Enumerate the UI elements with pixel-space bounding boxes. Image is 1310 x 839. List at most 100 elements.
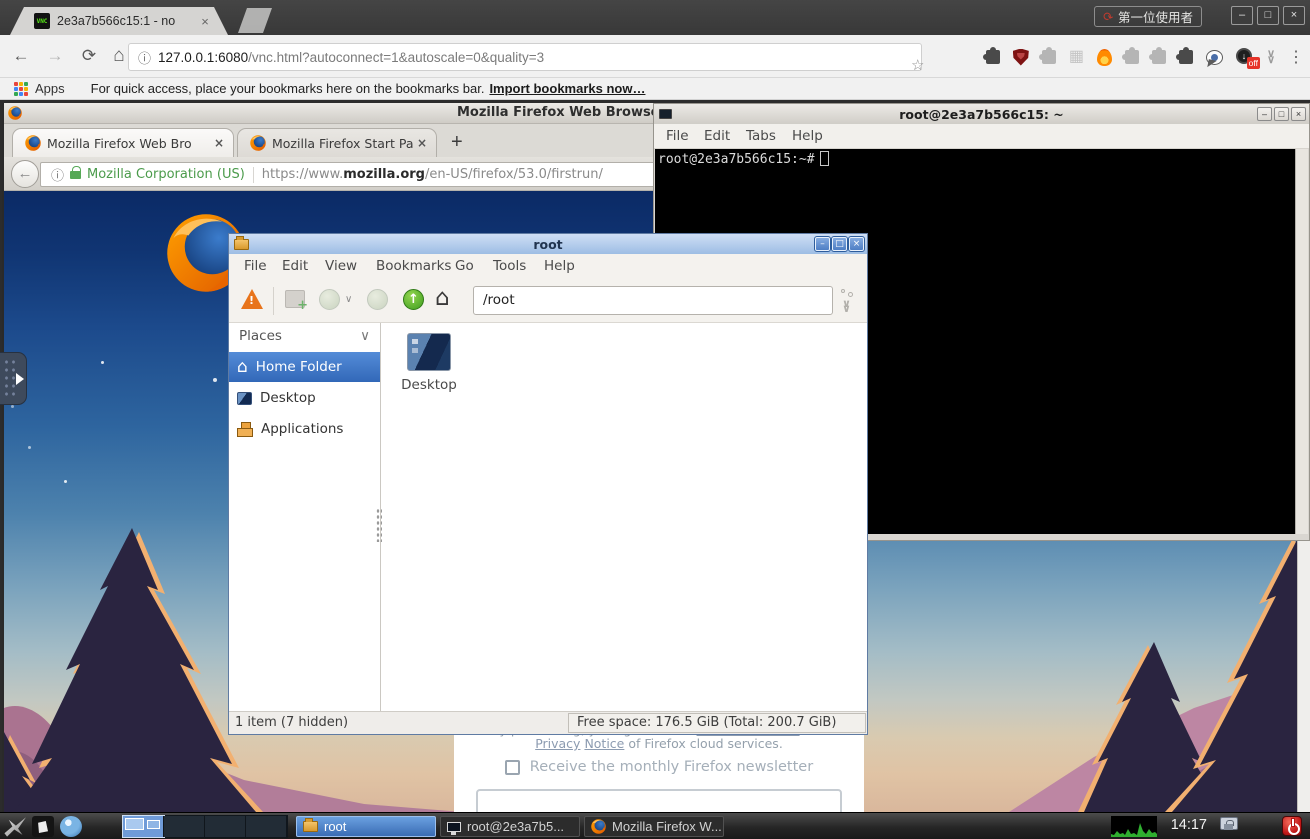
back-button[interactable]: ← [11,160,39,188]
places-header[interactable]: Places ∨ [229,323,380,350]
workspace-1[interactable] [123,816,164,837]
profile-badge[interactable]: ⟳ 第一位使用者 [1094,6,1202,27]
file-manager-launcher[interactable] [32,816,54,837]
extension-icon[interactable] [1042,50,1056,64]
import-bookmarks-link[interactable]: Import bookmarks now… [489,81,645,96]
tab-label: Mozilla Firefox Start Pag [272,136,413,151]
sidebar-item-home[interactable]: ⌂ Home Folder [229,352,380,382]
new-tab-button[interactable]: + [451,132,463,152]
menu-help[interactable]: Help [792,128,823,144]
app-menu-button[interactable] [4,816,26,837]
back-button[interactable]: ← [8,44,34,68]
menu-help[interactable]: Help [544,258,575,274]
newsletter-label: Receive the monthly Firefox newsletter [530,759,813,775]
lock-screen-button[interactable] [1220,817,1238,830]
close-button[interactable]: × [1283,6,1305,25]
url-host: 127.0.0.1:6080 [158,50,248,65]
tab-close-icon[interactable]: × [197,14,213,29]
page-info-icon[interactable]: ⓘ [138,48,151,67]
menu-bookmarks[interactable]: Bookmarks [376,258,451,274]
maximize-button[interactable]: □ [832,237,847,251]
home-icon: ⌂ [237,359,248,375]
minimize-button[interactable]: – [1231,6,1253,25]
apps-label[interactable]: Apps [35,81,65,96]
maximize-button[interactable]: □ [1257,6,1279,25]
vnc-viewport: Mozilla Firefox Web Browser — Mozilla Fi… [0,100,1310,839]
chrome-tab[interactable]: VNC 2e3a7b566c15:1 - no × [10,7,228,35]
address-bar[interactable]: ⓘ 127.0.0.1:6080 /vnc.html?autoconnect=1… [128,43,922,71]
task-label: root@2e3a7b5... [467,819,564,834]
web-browser-launcher[interactable] [60,816,82,837]
sidebar-item-applications[interactable]: Applications [229,414,380,444]
maximize-button[interactable]: □ [1274,107,1289,121]
history-dropdown-icon[interactable]: ∨ [345,294,352,305]
new-tab-button[interactable] [238,8,272,33]
bookmark-star-icon[interactable]: ☆ [911,56,914,59]
reload-button[interactable]: ⟳ [76,44,102,68]
privacy-link[interactable]: Notice [584,736,624,751]
newsletter-checkbox[interactable] [505,760,520,775]
back-button[interactable] [319,289,340,310]
menu-file[interactable]: File [244,258,267,274]
ublock-extension-icon[interactable] [1013,49,1029,66]
shutdown-button[interactable] [1282,816,1302,836]
file-manager-titlebar[interactable]: root – □ × [229,234,867,254]
proxy-extension-icon[interactable]: ↓ off [1236,48,1254,66]
file-list[interactable]: Desktop [382,323,867,711]
firefox-tab-inactive[interactable]: Mozilla Firefox Start Pag × [237,128,437,157]
chat-extension-icon[interactable] [1206,50,1223,65]
file-item-desktop[interactable]: Desktop [396,333,462,393]
extension-icon[interactable] [1152,50,1166,64]
extension-icon[interactable] [1179,50,1193,64]
menu-file[interactable]: File [666,128,689,144]
star-dot [28,446,31,449]
terminal-icon [447,822,461,832]
status-bar: 1 item (7 hidden) Free space: 176.5 GiB … [229,711,867,734]
up-button[interactable]: ↑ [403,289,424,310]
flame-extension-icon[interactable] [1097,49,1112,66]
minimize-button[interactable]: – [1257,107,1272,121]
jump-to-path-icon[interactable]: ∨ ∨ [839,289,859,311]
home-button[interactable]: ⌂ [435,285,450,311]
task-button-filemanager[interactable]: root [296,816,436,837]
task-button-terminal[interactable]: root@2e3a7b5... [440,816,580,837]
menu-tools[interactable]: Tools [493,258,526,274]
workspace-3[interactable] [205,816,246,837]
close-button[interactable]: × [849,237,864,251]
identity-label[interactable]: Mozilla Corporation (US) [87,167,245,182]
forward-button[interactable] [367,289,388,310]
places-sidebar: Places ∨ ⌂ Home Folder Desktop Applicati… [229,323,381,711]
menu-edit[interactable]: Edit [704,128,730,144]
page-info-icon[interactable]: ⓘ [51,165,64,184]
forward-button[interactable]: → [42,44,68,68]
workspace-4[interactable] [246,816,287,837]
task-button-firefox[interactable]: Mozilla Firefox W... [584,816,724,837]
terminal-scrollbar[interactable] [1295,149,1308,534]
workspace-2[interactable] [164,816,205,837]
menu-go[interactable]: Go [455,258,474,274]
menu-edit[interactable]: Edit [282,258,308,274]
new-tab-button[interactable] [285,290,305,308]
menu-view[interactable]: View [325,258,357,274]
tab-close-icon[interactable]: × [214,136,224,150]
sidebar-item-desktop[interactable]: Desktop [229,383,380,413]
tab-close-icon[interactable]: × [417,136,427,150]
cpu-monitor[interactable] [1111,816,1157,837]
terminal-titlebar[interactable]: root@2e3a7b566c15: ~ – □ × [654,104,1309,124]
path-entry[interactable]: /root [473,286,833,315]
chrome-menu-icon[interactable]: ⋮ [1288,47,1304,67]
extension-icon[interactable] [1125,50,1139,64]
firefox-tab-active[interactable]: Mozilla Firefox Web Bro × [12,128,234,157]
taskbar-clock[interactable]: 14:17 [1171,817,1207,833]
menu-tabs[interactable]: Tabs [746,128,776,144]
extension-icon[interactable] [986,50,1000,64]
minimize-button[interactable]: – [815,237,830,251]
close-button[interactable]: × [1291,107,1306,121]
bookmarks-hint: For quick access, place your bookmarks h… [91,81,485,96]
grid-extension-icon[interactable]: ▦ [1069,50,1084,64]
novnc-control-handle[interactable] [0,352,27,405]
privacy-link[interactable]: Privacy [535,736,580,751]
email-input[interactable] [476,789,842,812]
chevrons-extension-icon[interactable]: ∨∨ [1267,51,1275,63]
apps-grid-icon[interactable] [14,82,28,96]
